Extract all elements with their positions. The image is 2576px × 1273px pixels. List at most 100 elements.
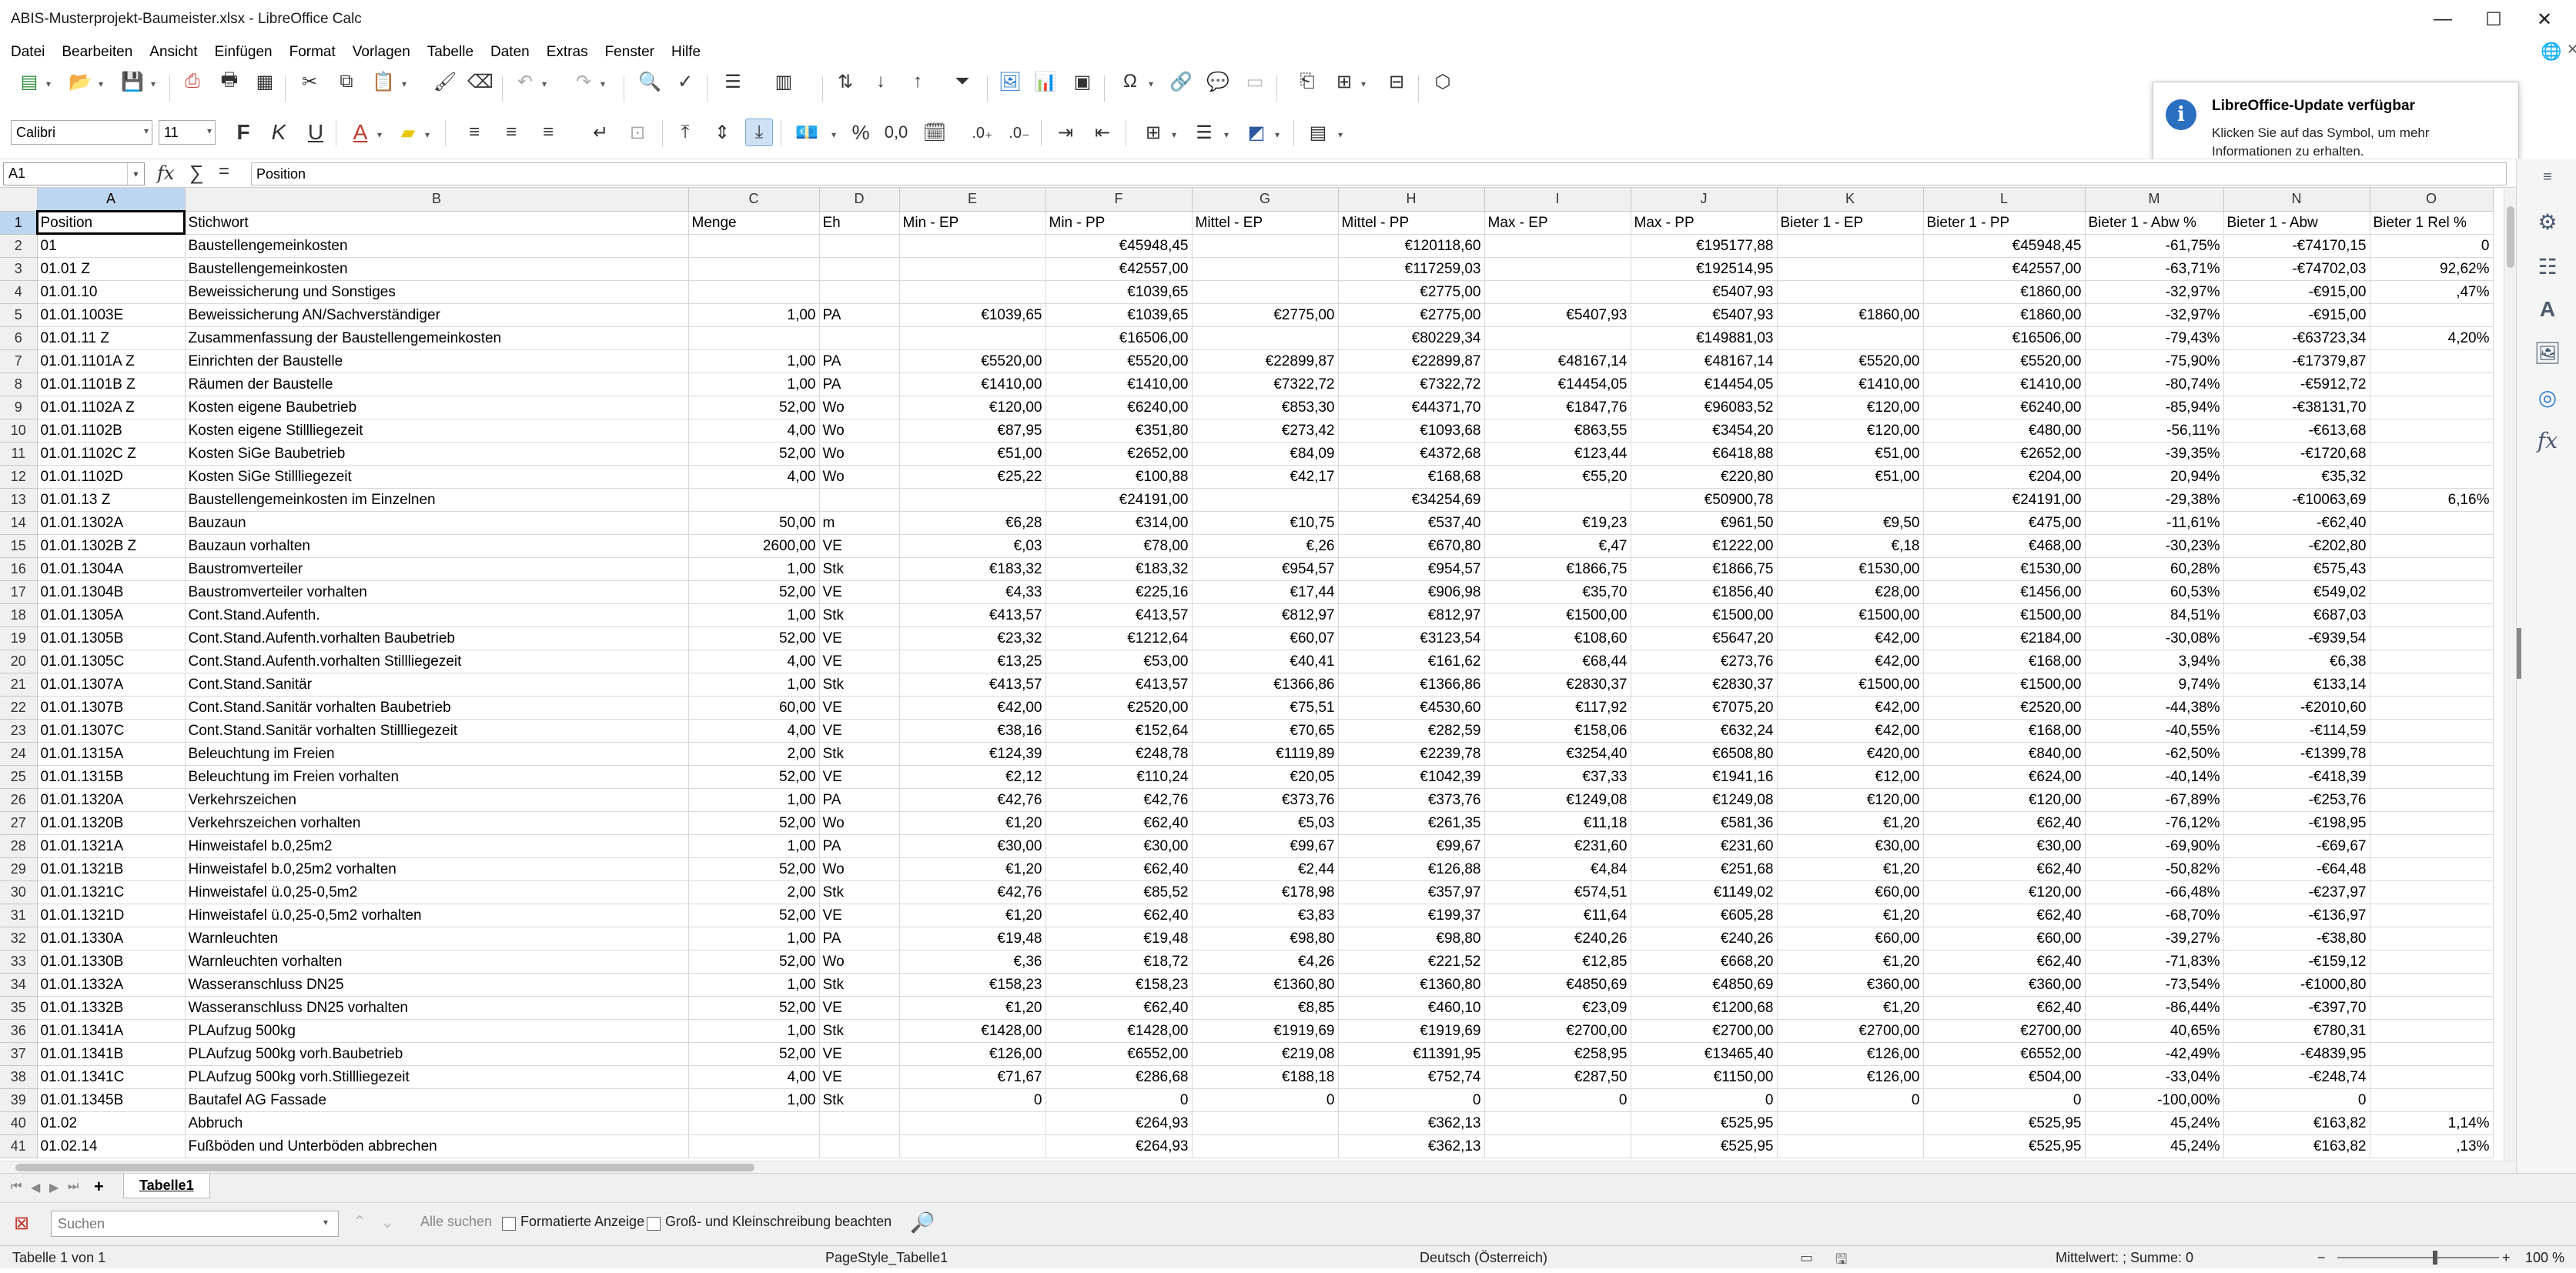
- table-cell[interactable]: €413,57: [899, 673, 1046, 697]
- table-cell[interactable]: 01.01.1321A: [37, 834, 186, 858]
- menu-ansicht[interactable]: Ansicht: [149, 44, 197, 61]
- table-cell[interactable]: 01.01.1305B: [37, 626, 186, 650]
- table-cell[interactable]: €1847,76: [1484, 396, 1631, 419]
- copy-icon[interactable]: ⧉: [333, 68, 360, 95]
- sidebar-menu-icon[interactable]: ≡: [2532, 162, 2563, 192]
- table-cell[interactable]: €62,40: [1923, 811, 2086, 835]
- table-cell[interactable]: €3254,40: [1484, 742, 1631, 766]
- table-cell[interactable]: 1,00: [688, 303, 820, 327]
- table-cell[interactable]: [2370, 580, 2494, 604]
- table-cell[interactable]: Beweissicherung und Sonstiges: [185, 280, 689, 304]
- select-all-corner[interactable]: [0, 188, 38, 212]
- last-sheet-icon[interactable]: ⏭: [68, 1180, 79, 1194]
- table-cell[interactable]: €1500,00: [1777, 603, 1924, 627]
- row-header[interactable]: 29: [0, 857, 38, 881]
- row-header[interactable]: 39: [0, 1088, 38, 1112]
- open-folder-icon[interactable]: 📂: [66, 68, 94, 95]
- table-cell[interactable]: €22899,87: [1192, 349, 1339, 373]
- table-cell[interactable]: €906,98: [1338, 580, 1485, 604]
- menu-datei[interactable]: Datei: [11, 44, 45, 61]
- clone-formatting-icon[interactable]: 🖌: [431, 68, 459, 95]
- table-cell[interactable]: 4,00: [688, 465, 820, 489]
- number-format-button[interactable]: 0,0: [882, 119, 910, 146]
- freeze-rows-columns-icon[interactable]: ⊞: [1330, 68, 1358, 95]
- column-header[interactable]: M: [2085, 188, 2224, 212]
- table-cell[interactable]: -€17379,87: [2223, 349, 2370, 373]
- borders-dropdown-icon[interactable]: ▾: [1172, 129, 1176, 140]
- align-top-icon[interactable]: ⤒: [671, 119, 699, 146]
- menu-extras[interactable]: Extras: [547, 44, 588, 61]
- table-cell[interactable]: €6240,00: [1045, 396, 1193, 419]
- styles-a-icon[interactable]: A: [2532, 294, 2563, 325]
- table-cell[interactable]: €62,40: [1923, 950, 2086, 974]
- row-header[interactable]: 2: [0, 234, 38, 258]
- table-cell[interactable]: Max - PP: [1631, 211, 1778, 235]
- table-cell[interactable]: [2370, 973, 2494, 997]
- table-cell[interactable]: -33,04%: [2085, 1065, 2224, 1089]
- sort-descending-icon[interactable]: ↑: [904, 68, 932, 95]
- undo-icon[interactable]: ↶: [511, 68, 539, 95]
- table-cell[interactable]: €163,82: [2223, 1111, 2370, 1135]
- formula-input[interactable]: Position: [251, 162, 2507, 185]
- table-cell[interactable]: €670,80: [1338, 534, 1485, 558]
- table-cell[interactable]: Bieter 1 - PP: [1923, 211, 2086, 235]
- table-cell[interactable]: €575,43: [2223, 557, 2370, 581]
- table-cell[interactable]: 52,00: [688, 857, 820, 881]
- name-box-dropdown-icon[interactable]: ▾: [127, 163, 144, 185]
- table-cell[interactable]: -79,43%: [2085, 326, 2224, 350]
- align-left-icon[interactable]: ≡: [460, 119, 488, 146]
- italic-button[interactable]: K: [265, 119, 293, 146]
- table-cell[interactable]: [2370, 1019, 2494, 1043]
- table-cell[interactable]: €282,59: [1338, 719, 1485, 743]
- table-cell[interactable]: €1,20: [1777, 857, 1924, 881]
- insert-image-icon[interactable]: 🖼: [996, 68, 1024, 95]
- column-header[interactable]: A: [37, 188, 186, 212]
- table-cell[interactable]: €123,44: [1484, 442, 1631, 466]
- navigator-icon[interactable]: ◎: [2532, 382, 2563, 413]
- table-cell[interactable]: -69,90%: [2085, 834, 2224, 858]
- table-cell[interactable]: €42557,00: [1045, 257, 1193, 281]
- table-cell[interactable]: [899, 257, 1046, 281]
- table-cell[interactable]: €2700,00: [1777, 1019, 1924, 1043]
- table-cell[interactable]: Räumen der Baustelle: [185, 373, 689, 396]
- table-cell[interactable]: 01.01.1102B: [37, 419, 186, 443]
- table-cell[interactable]: Kosten SiGe Stillliegezeit: [185, 465, 689, 489]
- table-cell[interactable]: Kosten eigene Baubetrieb: [185, 396, 689, 419]
- table-cell[interactable]: €373,76: [1338, 788, 1485, 812]
- row-header[interactable]: 8: [0, 373, 38, 396]
- table-cell[interactable]: Bauzaun vorhalten: [185, 534, 689, 558]
- table-cell[interactable]: €51,00: [1777, 442, 1924, 466]
- table-cell[interactable]: €152,64: [1045, 719, 1193, 743]
- row-header[interactable]: 36: [0, 1019, 38, 1043]
- table-cell[interactable]: €19,48: [1045, 927, 1193, 951]
- row-header[interactable]: 10: [0, 419, 38, 443]
- row-header[interactable]: 27: [0, 811, 38, 835]
- table-cell[interactable]: €117,92: [1484, 696, 1631, 720]
- highlight-color-icon[interactable]: ▰: [394, 119, 422, 146]
- table-cell[interactable]: €225,16: [1045, 580, 1193, 604]
- table-cell[interactable]: €78,00: [1045, 534, 1193, 558]
- table-cell[interactable]: 01.01.1302A: [37, 511, 186, 535]
- table-cell[interactable]: [2370, 373, 2494, 396]
- table-cell[interactable]: [819, 326, 900, 350]
- table-cell[interactable]: €525,95: [1923, 1111, 2086, 1135]
- table-cell[interactable]: 4,00: [688, 419, 820, 443]
- menu-format[interactable]: Format: [289, 44, 336, 61]
- border-style-icon[interactable]: ☰: [1190, 119, 1218, 146]
- border-style-dropdown-icon[interactable]: ▾: [1224, 129, 1229, 140]
- wrap-text-icon[interactable]: ↵: [587, 119, 614, 146]
- table-cell[interactable]: [2370, 603, 2494, 627]
- table-cell[interactable]: €549,02: [2223, 580, 2370, 604]
- autofilter-icon[interactable]: ⏷: [948, 68, 976, 95]
- table-cell[interactable]: €1500,00: [1777, 673, 1924, 697]
- table-cell[interactable]: VE: [819, 626, 900, 650]
- table-cell[interactable]: -€10063,69: [2223, 488, 2370, 512]
- table-cell[interactable]: [899, 326, 1046, 350]
- table-cell[interactable]: €264,93: [1045, 1134, 1193, 1158]
- table-cell[interactable]: VE: [819, 650, 900, 673]
- table-cell[interactable]: 0: [2223, 1088, 2370, 1112]
- table-cell[interactable]: PA: [819, 927, 900, 951]
- table-cell[interactable]: €1,20: [899, 857, 1046, 881]
- table-cell[interactable]: [899, 234, 1046, 258]
- column-header[interactable]: F: [1045, 188, 1193, 212]
